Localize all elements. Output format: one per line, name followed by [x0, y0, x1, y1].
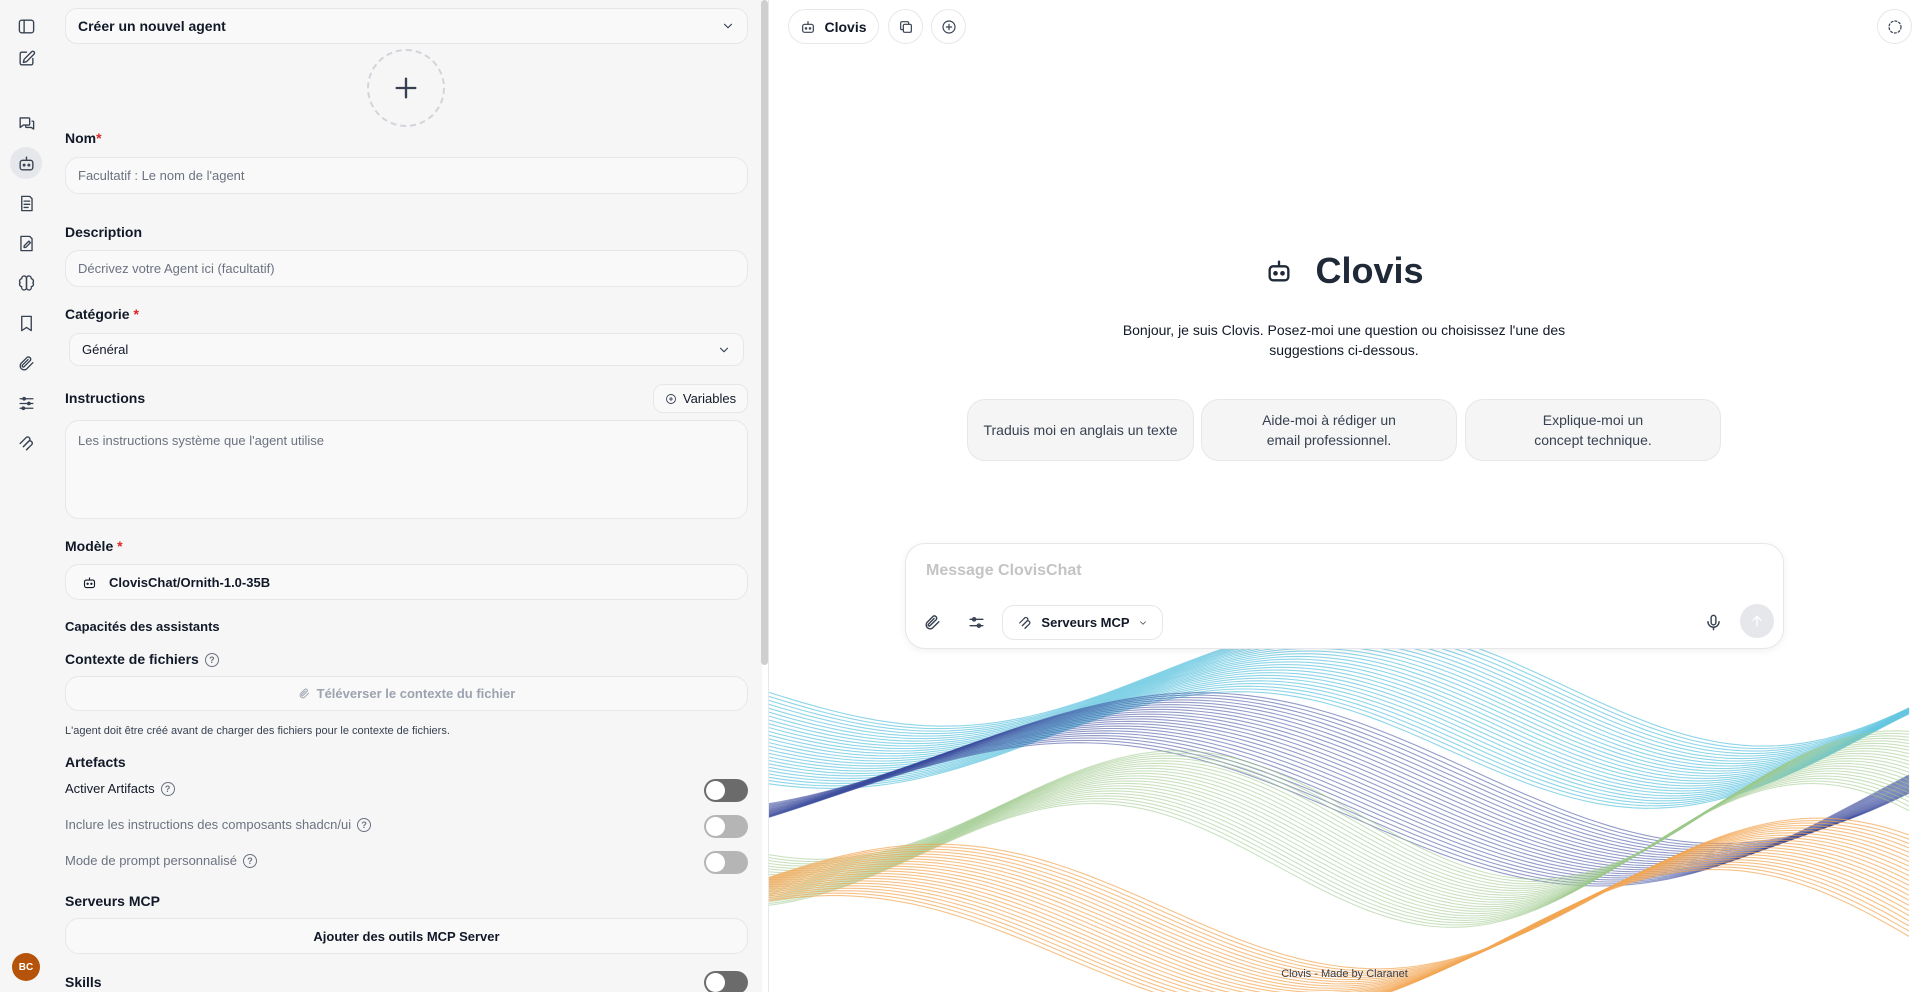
toggle-label-custom-prompt: Mode de prompt personnalisé? [65, 853, 257, 868]
microphone-icon [1706, 614, 1720, 630]
attachment-icon [925, 614, 940, 629]
new-chat-icon[interactable] [10, 42, 42, 74]
hero-title: Clovis [1315, 250, 1424, 291]
hero: Clovis [769, 250, 1920, 292]
description-label: Description [65, 224, 143, 240]
chevron-down-icon [719, 347, 729, 352]
plus-circle-icon [941, 19, 956, 34]
plus-circle-icon [665, 393, 676, 404]
name-input[interactable]: Facultatif : Le nom de l'agent [65, 157, 748, 194]
attachment-icon[interactable] [10, 347, 42, 379]
capabilities-label: Capacités des assistants [65, 619, 220, 634]
toggle-label-artifacts: Activer Artifacts? [65, 781, 175, 796]
dashed-circle-icon [1887, 19, 1902, 34]
brain-icon[interactable] [10, 267, 42, 299]
toggle-skills[interactable] [704, 971, 748, 992]
agent-avatar-upload[interactable] [367, 49, 445, 127]
options-button[interactable] [960, 606, 992, 638]
attach-file-button[interactable] [916, 606, 948, 638]
agent-chip[interactable]: Clovis [788, 9, 879, 44]
category-select[interactable]: Général [69, 333, 744, 366]
footer: Clovis - Made by Claranet [1281, 968, 1408, 980]
intro-text: Bonjour, je suis Clovis. Posez-moi une q… [1122, 322, 1566, 358]
settings-sliders-icon[interactable] [10, 387, 42, 419]
file-context-label: Contexte de fichiers? [65, 651, 219, 668]
model-label: Modèle * [65, 538, 123, 554]
microphone-button[interactable] [1697, 606, 1729, 638]
icon-rail: BC [0, 0, 53, 992]
toggle-artifacts[interactable] [704, 779, 748, 802]
category-label: Catégorie * [65, 306, 139, 322]
toggle-label-shadcn: Inclure les instructions des composants … [65, 817, 372, 832]
help-icon[interactable]: ? [357, 817, 372, 832]
robot-icon [802, 20, 815, 33]
sidebar-toggle-icon[interactable] [10, 10, 42, 42]
copy-chat-button[interactable] [888, 9, 923, 44]
panel-scrollbar[interactable] [761, 0, 768, 665]
upload-note: L'agent doit être créé avant de charger … [65, 725, 450, 737]
upload-file-context-button[interactable]: Téléverser le contexte du fichier [65, 676, 748, 711]
suggestion-3[interactable]: Explique-moi un concept technique. [1465, 399, 1721, 461]
prompts-icon[interactable] [10, 187, 42, 219]
toggle-custom-prompt[interactable] [704, 851, 748, 874]
agent-select-label: Créer un nouvel agent [78, 18, 226, 34]
name-label: Nom* [65, 130, 102, 146]
description-input[interactable]: Décrivez votre Agent ici (facultatif) [65, 250, 748, 287]
message-composer: Message ClovisChat Serveurs MCP [905, 543, 1784, 649]
add-mcp-tools-button[interactable]: Ajouter des outils MCP Server [65, 918, 748, 954]
instructions-textarea[interactable]: Les instructions système que l'agent uti… [65, 420, 748, 519]
chat-main: Clovis Clovis Bonjour, je suis Clovis. P… [769, 0, 1920, 992]
robot-icon [1268, 260, 1290, 282]
mcp-icon[interactable] [10, 427, 42, 459]
agent-select[interactable]: Créer un nouvel agent [65, 8, 748, 44]
suggestion-2[interactable]: Aide-moi à rédiger un email professionne… [1201, 399, 1457, 461]
variables-button[interactable]: Variables [653, 384, 748, 413]
send-button[interactable] [1740, 604, 1774, 638]
mcp-servers-dropdown[interactable]: Serveurs MCP [1002, 605, 1163, 640]
copy-icon [899, 20, 912, 33]
agent-builder-panel: Créer un nouvel agent Nom* Facultatif : … [53, 0, 762, 992]
toggle-shadcn[interactable] [704, 815, 748, 838]
plus-icon [395, 77, 417, 99]
model-select[interactable]: ClovisChat/Ornith-1.0-35B [65, 564, 748, 600]
bookmark-icon[interactable] [10, 307, 42, 339]
help-icon[interactable]: ? [160, 781, 175, 796]
memories-icon[interactable] [10, 227, 42, 259]
settings-sliders-icon [968, 616, 984, 628]
arrow-up-icon [1752, 615, 1762, 627]
agent-icon[interactable] [10, 147, 42, 179]
chevron-down-icon [723, 23, 733, 29]
mcp-icon [1019, 616, 1031, 629]
instructions-label: Instructions [65, 390, 146, 406]
mcp-servers-label: Serveurs MCP [65, 893, 160, 909]
robot-icon [83, 577, 96, 588]
wave-line [769, 640, 1910, 755]
temporary-chat-button[interactable] [1877, 9, 1912, 44]
wave-background [769, 640, 1910, 992]
chats-icon[interactable] [10, 107, 42, 139]
artifacts-label: Artefacts [65, 754, 126, 770]
attachment-icon [299, 688, 309, 699]
message-input[interactable]: Message ClovisChat [926, 562, 1082, 580]
chevron-down-icon [1139, 620, 1146, 625]
suggestion-1[interactable]: Traduis moi en anglais un texte [967, 399, 1194, 461]
avatar[interactable]: BC [12, 953, 40, 981]
skills-label: Skills [65, 974, 102, 990]
new-conversation-button[interactable] [931, 9, 966, 44]
help-icon[interactable]: ? [204, 653, 219, 668]
help-icon[interactable]: ? [243, 853, 257, 868]
